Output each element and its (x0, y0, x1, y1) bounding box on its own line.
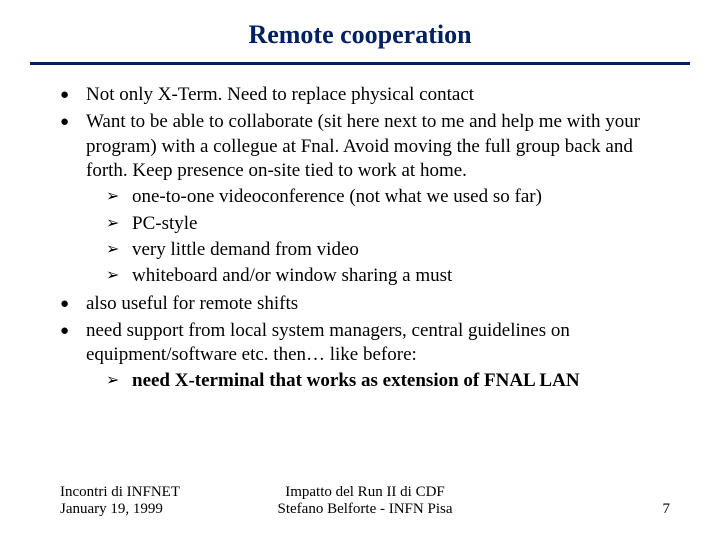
bullet-text: PC-style (132, 213, 197, 234)
slide-footer: Incontri di INFNET January 19, 1999 Impa… (0, 484, 720, 518)
list-item: very little demand from video (106, 238, 670, 262)
list-item: one-to-one videoconference (not what we … (106, 185, 670, 209)
bullet-text: Want to be able to collaborate (sit here… (86, 111, 640, 181)
sub-list: need X-terminal that works as extension … (106, 369, 670, 393)
slide: Remote cooperation Not only X-Term. Need… (0, 0, 720, 540)
bullet-text: Not only X-Term. Need to replace physica… (86, 84, 474, 105)
bullet-text: need X-terminal that works as extension … (132, 370, 580, 391)
list-item: need support from local system managers,… (60, 319, 670, 394)
bullet-text: whiteboard and/or window sharing a must (132, 265, 452, 286)
footer-event: Incontri di INFNET (60, 484, 180, 501)
sub-list: one-to-one videoconference (not what we … (106, 185, 670, 288)
footer-date: January 19, 1999 (60, 501, 180, 518)
bullet-text: also useful for remote shifts (86, 293, 298, 314)
slide-body: Not only X-Term. Need to replace physica… (60, 83, 670, 394)
footer-left: Incontri di INFNET January 19, 1999 (60, 484, 180, 518)
page-number: 7 (663, 501, 671, 518)
list-item: Not only X-Term. Need to replace physica… (60, 83, 670, 107)
list-item: also useful for remote shifts (60, 292, 670, 316)
slide-title: Remote cooperation (0, 0, 720, 62)
list-item: Want to be able to collaborate (sit here… (60, 110, 670, 288)
list-item: whiteboard and/or window sharing a must (106, 264, 670, 288)
bullet-list: Not only X-Term. Need to replace physica… (60, 83, 670, 394)
bullet-text: need support from local system managers,… (86, 320, 570, 365)
bullet-text: very little demand from video (132, 239, 359, 260)
list-item: need X-terminal that works as extension … (106, 369, 670, 393)
title-rule (30, 62, 690, 65)
bullet-text: one-to-one videoconference (not what we … (132, 186, 542, 207)
list-item: PC-style (106, 212, 670, 236)
